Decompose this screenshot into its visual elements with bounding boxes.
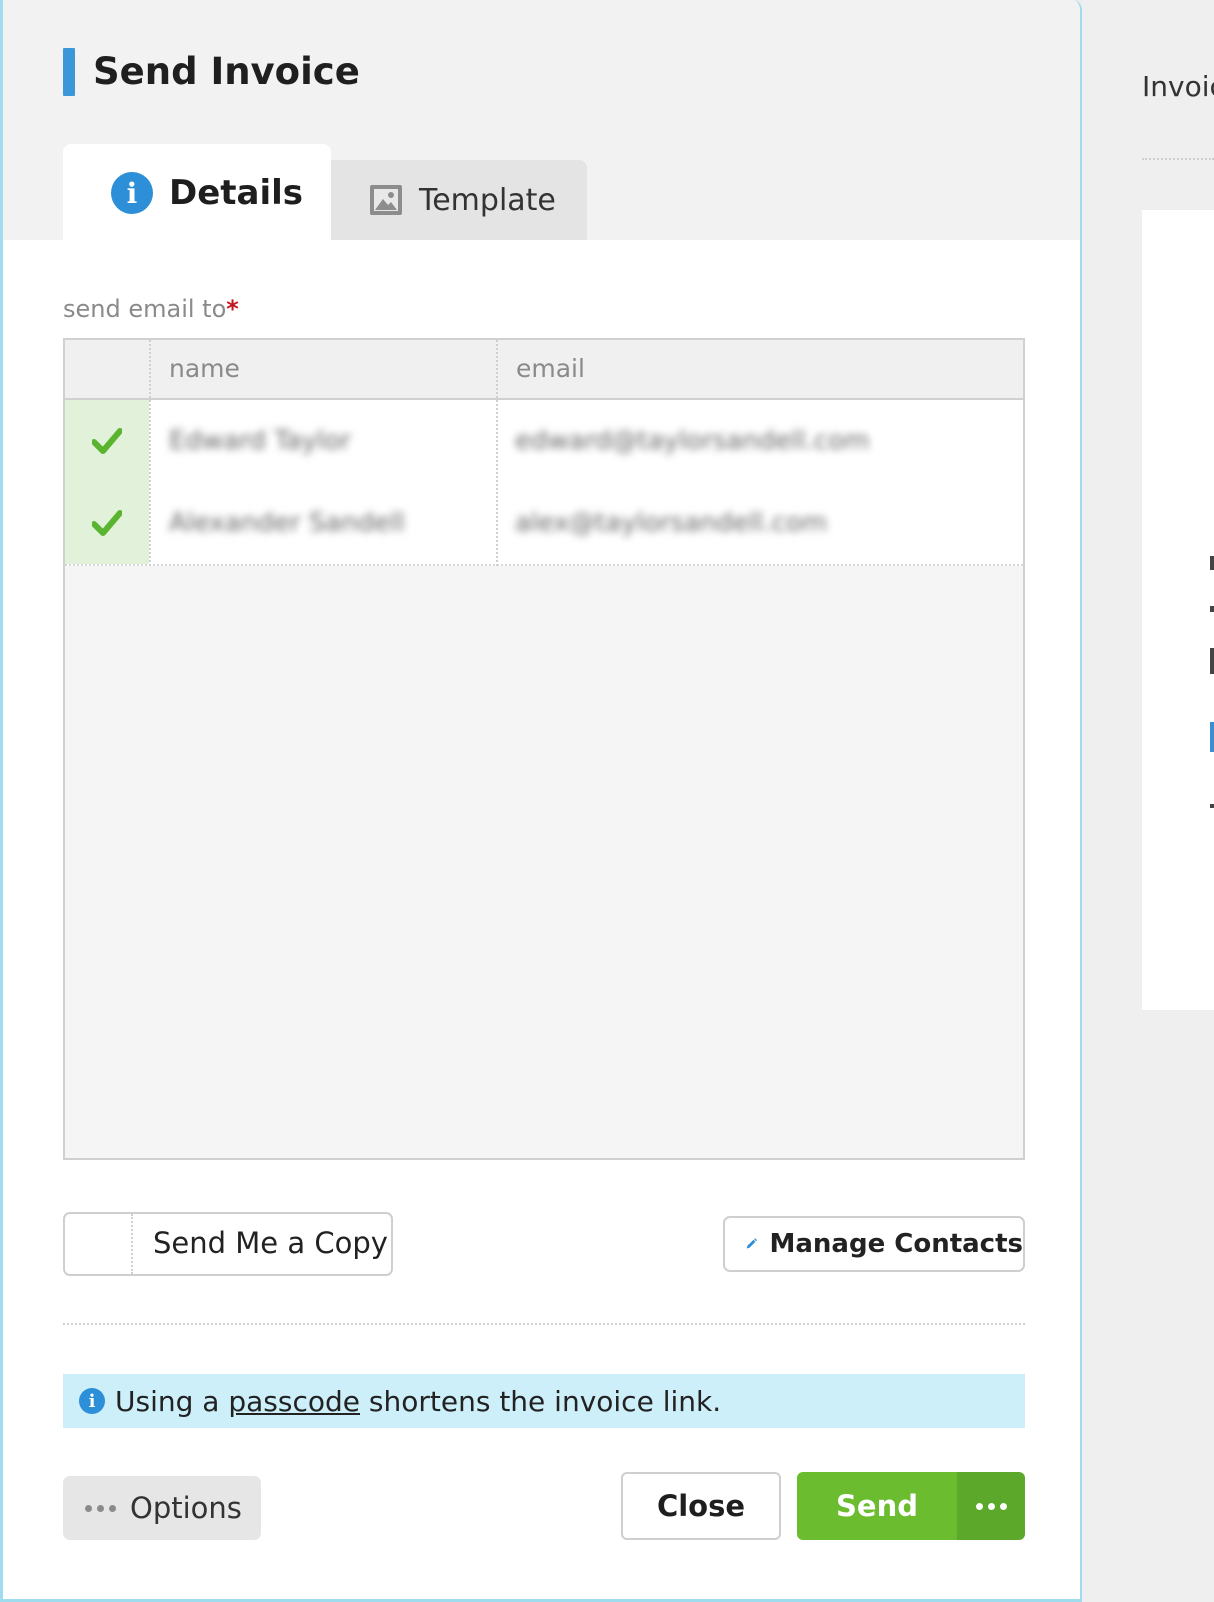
info-icon: i	[79, 1388, 105, 1414]
dialog-title: Send Invoice	[93, 50, 360, 93]
send-copy-checkbox[interactable]	[65, 1214, 133, 1274]
send-invoice-dialog: Send Invoice i Details Template send ema…	[0, 0, 1082, 1602]
recipient-email: edward@taylorsandell.com	[515, 426, 870, 456]
tab-template-label: Template	[419, 182, 556, 218]
image-icon	[370, 185, 402, 215]
options-button[interactable]: Options	[63, 1476, 261, 1540]
background-text-fragment	[1210, 804, 1214, 808]
row-select-cell[interactable]	[65, 400, 149, 482]
send-copy-label: Send Me a Copy	[153, 1226, 388, 1260]
background-link-fragment	[1210, 722, 1214, 752]
background-text-fragment	[1210, 648, 1214, 674]
recipients-label: send email to*	[63, 295, 239, 323]
send-button[interactable]: Send	[797, 1472, 957, 1540]
notice-suffix: shortens the invoice link.	[368, 1384, 722, 1418]
background-text-fragment	[1210, 556, 1214, 570]
recipient-name: Edward Taylor	[169, 426, 351, 456]
background-panel-divider	[1142, 158, 1214, 160]
recipients-label-text: send email to	[63, 295, 227, 323]
background-text-fragment	[1210, 606, 1214, 612]
table-row[interactable]: Alexander Sandell alex@taylorsandell.com	[65, 482, 1023, 566]
more-dots-icon	[975, 1502, 1007, 1510]
options-label: Options	[130, 1491, 242, 1525]
passcode-notice: i Using a passcode shortens the invoice …	[63, 1374, 1025, 1428]
column-header-name[interactable]: name	[169, 354, 240, 383]
tab-details-label: Details	[169, 173, 304, 213]
checkmark-icon	[92, 428, 122, 454]
passcode-link[interactable]: passcode	[228, 1385, 360, 1418]
send-more-button[interactable]	[957, 1472, 1025, 1540]
section-divider	[63, 1323, 1025, 1325]
column-header-email[interactable]: email	[516, 354, 585, 383]
recipients-grid: name email Edward Taylor edward@taylorsa…	[63, 338, 1025, 1160]
row-select-cell[interactable]	[65, 482, 149, 564]
pencil-icon	[746, 1238, 758, 1249]
required-marker: *	[226, 295, 239, 323]
tab-details[interactable]: i Details	[63, 144, 331, 242]
notice-prefix: Using a	[115, 1384, 220, 1418]
tab-template[interactable]: Template	[331, 160, 587, 240]
background-panel-title: Invoic	[1142, 70, 1214, 103]
column-separator	[496, 340, 498, 566]
recipient-email: alex@taylorsandell.com	[515, 508, 828, 538]
grid-header: name email	[65, 340, 1023, 400]
table-row[interactable]: Edward Taylor edward@taylorsandell.com	[65, 400, 1023, 484]
manage-contacts-button[interactable]: Manage Contacts	[723, 1216, 1025, 1272]
column-separator	[149, 340, 151, 566]
send-split-button: Send	[797, 1472, 1025, 1540]
background-panel-card	[1142, 210, 1214, 1010]
info-icon: i	[111, 172, 153, 214]
title-accent-bar	[63, 48, 75, 96]
more-dots-icon	[85, 1504, 116, 1512]
send-me-a-copy-toggle[interactable]: Send Me a Copy	[63, 1212, 393, 1276]
recipient-name: Alexander Sandell	[169, 508, 405, 538]
manage-contacts-label: Manage Contacts	[769, 1229, 1023, 1259]
notice-text: Using a passcode shortens the invoice li…	[115, 1385, 721, 1418]
close-button[interactable]: Close	[621, 1472, 781, 1540]
checkmark-icon	[92, 510, 122, 536]
